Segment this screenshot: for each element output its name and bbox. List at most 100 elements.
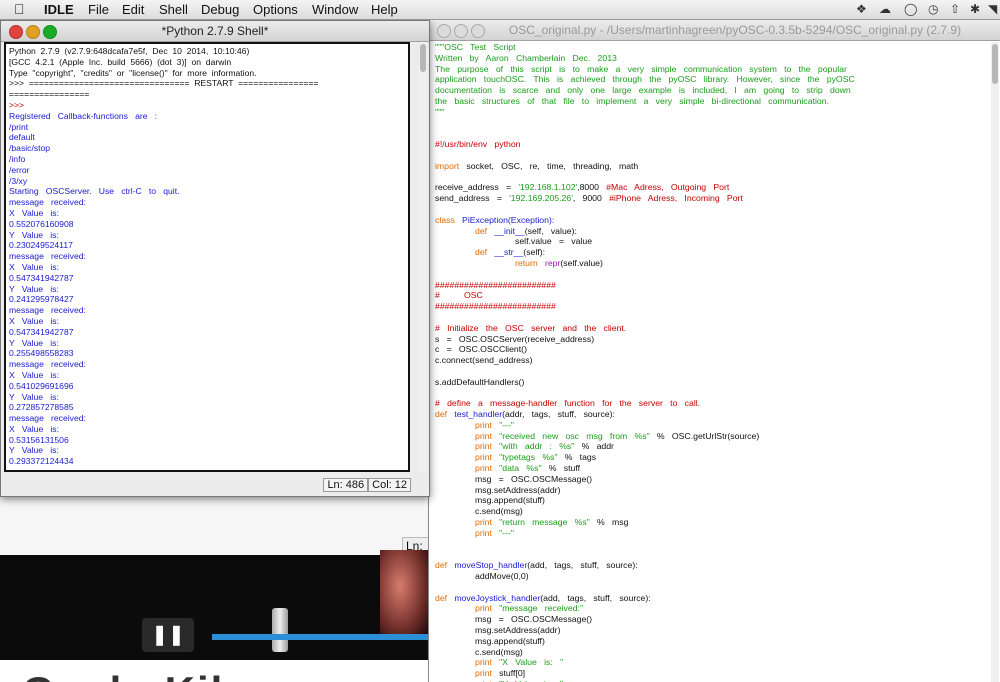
code-token: % msg (589, 517, 629, 528)
code-line: s = OSC.OSCServer(receive_address) (435, 334, 990, 345)
code-token: '192.168.1.102' (518, 182, 578, 193)
code-token: print (475, 527, 492, 538)
code-line: class PiException(Exception): (435, 215, 990, 226)
shell-line: /print (9, 121, 29, 132)
code-token: print (475, 430, 492, 441)
code-token: Written by Aaron Chamberlain Dec. 2013 (435, 52, 617, 63)
code-token: "with addr : %s" (491, 441, 575, 452)
menu-options[interactable]: Options (253, 2, 298, 17)
code-line: #!/usr/bin/env python (435, 139, 990, 150)
editor-close-button[interactable] (437, 24, 451, 38)
shell-title: *Python 2.7.9 Shell* (161, 24, 269, 38)
menu-shell[interactable]: Shell (159, 2, 188, 17)
code-token: class (435, 214, 455, 225)
code-token: msg.setAddress(addr) (475, 484, 561, 495)
minimize-button[interactable] (26, 25, 40, 39)
cloud-icon[interactable]: ☁ (879, 2, 891, 16)
shell-line: message received: (9, 359, 86, 370)
code-token: receive_address = (435, 182, 519, 193)
code-token: application touchOSC. This is achieved t… (435, 74, 855, 85)
code-token: # define a message-handler function for … (435, 398, 701, 409)
shell-line: 0.272857278585 (9, 402, 74, 413)
dropbox-icon[interactable]: ❖ (856, 2, 867, 16)
editor-titlebar[interactable]: OSC_original.py - /Users/martinhagreen/p… (429, 20, 1000, 41)
shell-line: default (9, 132, 35, 143)
code-token: moveJoystick_handler (447, 592, 541, 603)
code-token: test_handler (447, 409, 503, 420)
shell-line: Y Value is: (9, 445, 59, 456)
code-token: '192.169.205.26' (509, 193, 573, 204)
shell-line: X Value is: (9, 423, 59, 434)
code-token: ######################### (435, 279, 556, 290)
code-line: print "return message %s" % msg (435, 517, 990, 528)
shell-titlebar[interactable]: *Python 2.7.9 Shell* (1, 21, 429, 42)
pause-button[interactable]: ❚❚ (142, 618, 194, 652)
editor-window: OSC_original.py - /Users/martinhagreen/p… (428, 20, 1000, 682)
code-token: __init__ (487, 225, 525, 236)
shell-line: X Value is: (9, 207, 59, 218)
shell-line: Y Value is: (9, 229, 59, 240)
pause-icon: ❚❚ (151, 624, 185, 646)
editor-zoom-button[interactable] (471, 24, 485, 38)
video-progress-bar[interactable] (212, 634, 430, 640)
code-token: documentation is scarce and only one lar… (435, 85, 851, 96)
shell-line: Registered Callback-functions are : (9, 110, 158, 121)
editor-minimize-button[interactable] (454, 24, 468, 38)
code-line: c = OSC.OSCClient() (435, 344, 990, 355)
menu-file[interactable]: File (88, 2, 109, 17)
code-token: c = OSC.OSCClient() (435, 344, 527, 355)
shell-line: /3/xy (9, 175, 28, 186)
code-line: msg.append(stuff) (435, 636, 990, 647)
code-token: send_address = (435, 193, 510, 204)
code-token: __str__ (487, 247, 524, 258)
editor-code[interactable]: """OSC Test Script Written by Aaron Chamb… (435, 42, 990, 682)
menu-debug[interactable]: Debug (201, 2, 239, 17)
code-token: s = OSC.OSCServer(receive_address) (435, 333, 595, 344)
shell-line: message received: (9, 251, 86, 262)
editor-scroll-thumb[interactable] (992, 44, 998, 84)
shell-output[interactable]: Python 2.7.9 (v2.7.9:648dcafa7e5f, Dec 1… (4, 42, 410, 472)
code-token: addMove(0,0) (475, 571, 529, 582)
shell-line: >>> (9, 99, 25, 110)
shell-scrollbar[interactable] (419, 42, 427, 472)
code-line: def moveStop_handler(add, tags, stuff, s… (435, 560, 990, 571)
code-line: print "---" (435, 420, 990, 431)
history-icon[interactable]: ◷ (928, 2, 938, 16)
code-token: The purpose of this script is to make a … (435, 63, 847, 74)
code-line: msg.setAddress(addr) (435, 625, 990, 636)
shell-line: Y Value is: (9, 391, 59, 402)
creative-cloud-icon[interactable]: ◯ (904, 2, 917, 16)
video-person (380, 550, 430, 640)
code-token: % addr (574, 441, 614, 452)
code-line: the basic structures of that file to imp… (435, 96, 990, 107)
shell-line: >>> ================================ RES… (9, 78, 319, 89)
video-bottle (272, 608, 288, 652)
zoom-button[interactable] (43, 25, 57, 39)
editor-scrollbar[interactable] (991, 42, 999, 682)
code-line: c.send(msg) (435, 506, 990, 517)
code-token: #!/usr/bin/env python (435, 139, 521, 150)
code-token: c.connect(send_address) (435, 355, 533, 366)
upload-icon[interactable]: ⇧ (950, 2, 960, 16)
code-token: "typetags %s" (491, 452, 558, 463)
shell-scroll-thumb[interactable] (420, 44, 426, 72)
bluetooth-icon[interactable]: ✱ (970, 2, 980, 16)
code-line: # define a message-handler function for … (435, 398, 990, 409)
apple-icon[interactable]:  (14, 1, 25, 17)
code-token: (self): (523, 247, 546, 258)
code-line: """OSC Test Script (435, 42, 990, 53)
code-token: moveStop_handler (447, 560, 528, 571)
menu-help[interactable]: Help (371, 2, 398, 17)
menu-app-idle[interactable]: IDLE (44, 2, 74, 17)
code-token: % stuff (541, 463, 581, 474)
shell-line: 0.547341942787 (9, 326, 74, 337)
shell-line: 0.547341942787 (9, 272, 74, 283)
close-button[interactable] (9, 25, 23, 39)
code-line: msg.setAddress(addr) (435, 485, 990, 496)
wifi-icon[interactable]: ◥ (988, 2, 997, 16)
code-token: """ (435, 106, 445, 117)
menu-window[interactable]: Window (312, 2, 358, 17)
menu-edit[interactable]: Edit (122, 2, 144, 17)
